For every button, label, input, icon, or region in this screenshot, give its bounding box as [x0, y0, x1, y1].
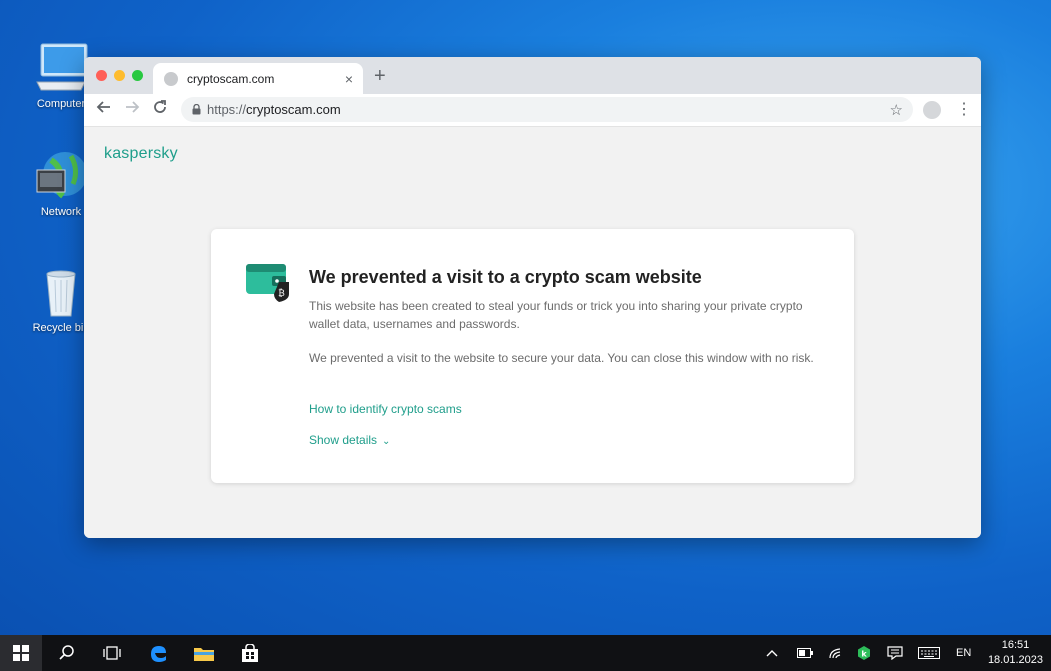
kaspersky-tray-icon: k [858, 646, 870, 660]
message-icon [887, 646, 903, 660]
warning-paragraph-1: This website has been created to steal y… [309, 299, 803, 331]
show-details-label: Show details [309, 433, 378, 447]
svg-text:₿: ₿ [278, 288, 285, 299]
warning-paragraph-2: We prevented a visit to the website to s… [309, 351, 814, 365]
reload-icon [154, 100, 166, 113]
show-details-button[interactable]: Show details ⌄ [309, 433, 390, 447]
browser-window: cryptoscam.com × + https:// cryptoscam.c… [84, 57, 981, 538]
crypto-wallet-icon: ₿ [246, 264, 289, 302]
show-hidden-icons-button[interactable] [766, 635, 778, 671]
chevron-up-icon [766, 650, 778, 657]
folder-icon [194, 648, 214, 661]
new-tab-button[interactable]: + [374, 65, 386, 88]
task-view-icon [103, 646, 121, 660]
browser-tab[interactable]: cryptoscam.com × [153, 63, 363, 94]
arrow-right-icon [126, 101, 140, 113]
store-bag-icon [242, 644, 258, 662]
page-content: kaspersky ₿ We prevented a visit to a cr… [84, 127, 981, 538]
menu-kebab-icon[interactable]: ⋮ [956, 99, 972, 119]
network-icon [36, 152, 87, 199]
kaspersky-logo: kaspersky [104, 145, 178, 162]
notifications-tray[interactable] [887, 635, 903, 671]
chevron-down-icon: ⌄ [382, 436, 391, 447]
keyboard-icon [918, 647, 940, 659]
recycle-bin-icon [46, 270, 76, 317]
battery-tray[interactable] [797, 635, 813, 671]
url-host: cryptoscam.com [246, 102, 341, 117]
svg-text:k: k [861, 650, 867, 659]
tab-close-button[interactable]: × [345, 71, 353, 87]
computer-icon [36, 43, 88, 91]
taskbar-store[interactable] [227, 635, 273, 671]
warning-card: ₿ We prevented a visit to a crypto scam … [211, 229, 854, 483]
window-controls [96, 70, 143, 81]
wifi-tray[interactable] [828, 635, 842, 671]
windows-logo-icon [13, 645, 29, 661]
forward-button[interactable] [124, 99, 140, 120]
lock-icon [192, 104, 201, 115]
battery-icon [797, 648, 813, 658]
clock-time: 16:51 [1001, 639, 1030, 651]
tab-title: cryptoscam.com [187, 71, 275, 86]
arrow-left-icon [96, 101, 110, 113]
search-icon [59, 645, 74, 660]
taskbar: k EN 16:51 18.01.2023 [0, 635, 1051, 671]
back-button[interactable] [96, 99, 112, 120]
reload-button[interactable] [152, 99, 168, 120]
task-view-button[interactable] [89, 635, 135, 671]
browser-toolbar: https:// cryptoscam.com ☆ ⋮ [84, 94, 981, 127]
close-window-button[interactable] [96, 70, 107, 81]
minimize-window-button[interactable] [114, 70, 125, 81]
search-button[interactable] [44, 635, 90, 671]
profile-avatar[interactable] [923, 101, 941, 119]
clock-date: 18.01.2023 [987, 654, 1043, 666]
language-indicator[interactable]: EN [956, 635, 971, 671]
maximize-window-button[interactable] [132, 70, 143, 81]
url-scheme: https:// [207, 102, 247, 117]
wifi-icon [829, 648, 841, 659]
tab-strip: cryptoscam.com × + [84, 57, 981, 94]
clock[interactable]: 16:51 18.01.2023 [988, 638, 1043, 668]
favicon-icon [164, 71, 178, 86]
warning-heading: We prevented a visit to a crypto scam we… [309, 267, 702, 287]
taskbar-file-explorer[interactable] [181, 635, 227, 671]
kaspersky-tray[interactable]: k [857, 635, 871, 671]
edge-browser-icon [151, 646, 166, 662]
start-button[interactable] [0, 635, 42, 671]
touch-keyboard-tray[interactable] [918, 635, 940, 671]
bookmark-star-icon[interactable]: ☆ [890, 101, 903, 119]
taskbar-edge[interactable] [135, 635, 181, 671]
address-bar[interactable]: https:// cryptoscam.com ☆ [181, 97, 913, 122]
identify-crypto-scams-link[interactable]: How to identify crypto scams [309, 402, 462, 416]
